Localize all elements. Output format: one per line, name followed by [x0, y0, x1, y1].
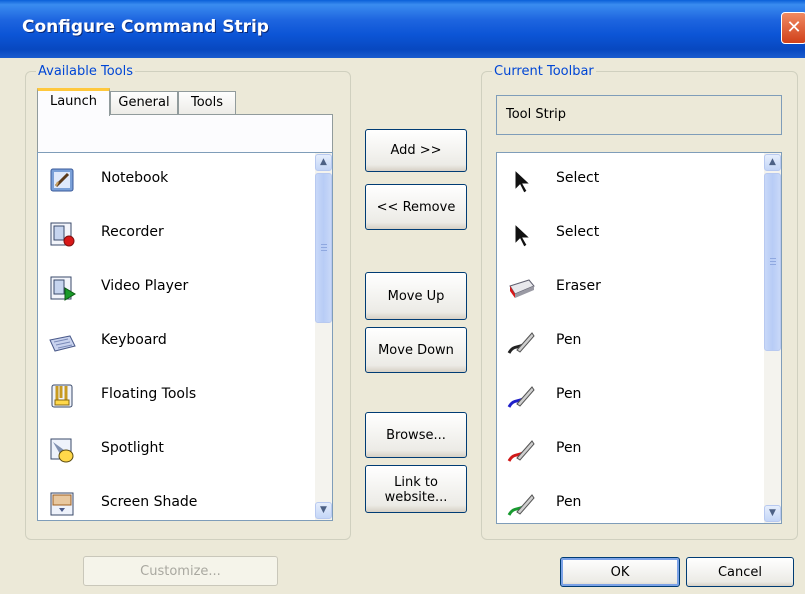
toolbar-name-field[interactable]: Tool Strip [496, 95, 782, 135]
tab-general[interactable]: General [110, 91, 178, 115]
ok-button[interactable]: OK [560, 557, 680, 587]
pen-blue-icon [507, 386, 535, 408]
close-button[interactable]: ✕ [781, 12, 805, 44]
eraser-icon [509, 279, 535, 298]
video-player-icon [50, 276, 76, 301]
move-up-button[interactable]: Move Up [365, 272, 467, 320]
list-item-label: Floating Tools [101, 386, 197, 402]
close-icon: ✕ [786, 17, 802, 38]
list-item-label: Pen [556, 386, 582, 402]
scroll-thumb[interactable] [315, 173, 332, 323]
chevron-up-icon: ▲ [320, 157, 327, 167]
list-item-label: Video Player [101, 278, 189, 294]
list-item[interactable]: Pen [497, 315, 781, 369]
scroll-up-button[interactable]: ▲ [764, 154, 781, 171]
list-item-label: Notebook [101, 170, 169, 186]
scroll-down-button[interactable]: ▼ [764, 505, 781, 522]
remove-button[interactable]: << Remove [365, 184, 467, 230]
list-item[interactable]: Screen Shade [38, 477, 332, 520]
screen-shade-icon [50, 492, 74, 516]
notebook-icon [50, 168, 74, 192]
move-down-button[interactable]: Move Down [365, 327, 467, 373]
list-item-label: Pen [556, 494, 582, 510]
available-tools-list[interactable]: Notebook Recorder Video Player Keyboard … [37, 152, 333, 521]
chevron-up-icon: ▲ [769, 157, 776, 167]
list-item[interactable]: Pen [497, 423, 781, 477]
list-item[interactable]: Pen [497, 369, 781, 423]
list-item-label: Pen [556, 440, 582, 456]
current-toolbar-list[interactable]: Select Select Eraser Pen Pen Pen Pen ▲ ▼ [496, 152, 782, 524]
recorder-icon [50, 222, 75, 247]
list-item-label: Eraser [556, 278, 601, 294]
pen-black-icon [507, 332, 535, 354]
list-item[interactable]: Pen [497, 477, 781, 523]
list-item[interactable]: Eraser [497, 261, 781, 315]
current-toolbar-label: Current Toolbar [494, 64, 594, 79]
list-item-label: Spotlight [101, 440, 164, 456]
list-item-label: Keyboard [101, 332, 167, 348]
add-button[interactable]: Add >> [365, 129, 467, 172]
list-item[interactable]: Recorder [38, 207, 332, 261]
scroll-down-button[interactable]: ▼ [315, 502, 332, 519]
browse-button[interactable]: Browse... [365, 412, 467, 458]
pen-green-icon [507, 494, 535, 516]
current-list-scrollbar[interactable]: ▲ ▼ [764, 153, 781, 523]
scroll-thumb[interactable] [764, 173, 781, 351]
window-title: Configure Command Strip [22, 17, 269, 37]
list-item-label: Recorder [101, 224, 164, 240]
scroll-up-button[interactable]: ▲ [315, 154, 332, 171]
list-item-label: Select [556, 224, 600, 240]
chevron-down-icon: ▼ [320, 505, 327, 515]
tab-tools[interactable]: Tools [178, 91, 236, 115]
link-button-line1: Link to [394, 475, 438, 490]
keyboard-icon [49, 335, 76, 352]
list-item[interactable]: Notebook [38, 153, 332, 207]
list-item[interactable]: Keyboard [38, 315, 332, 369]
spotlight-icon [50, 438, 74, 463]
list-item-label: Screen Shade [101, 494, 198, 510]
list-item[interactable]: Video Player [38, 261, 332, 315]
available-list-scrollbar[interactable]: ▲ ▼ [315, 153, 332, 520]
list-item-label: Select [556, 170, 600, 186]
customize-button[interactable]: Customize... [83, 556, 278, 586]
list-item[interactable]: Select [497, 207, 781, 261]
list-item[interactable]: Spotlight [38, 423, 332, 477]
list-item-label: Pen [556, 332, 582, 348]
cancel-button[interactable]: Cancel [686, 557, 794, 587]
available-tools-label: Available Tools [38, 64, 133, 79]
link-to-website-button[interactable]: Link to website... [365, 465, 467, 513]
title-bar[interactable]: Configure Command Strip ✕ [0, 0, 805, 58]
select-arrow-icon [514, 168, 532, 194]
list-item[interactable]: Floating Tools [38, 369, 332, 423]
configure-command-strip-dialog: Configure Command Strip ✕ Available Tool… [0, 0, 805, 594]
pen-red-icon [507, 440, 535, 462]
select-arrow-icon [514, 222, 532, 248]
chevron-down-icon: ▼ [769, 508, 776, 518]
tab-launch[interactable]: Launch [37, 88, 110, 116]
floating-tools-icon [51, 384, 73, 408]
link-button-line2: website... [384, 490, 448, 505]
list-item[interactable]: Select [497, 153, 781, 207]
